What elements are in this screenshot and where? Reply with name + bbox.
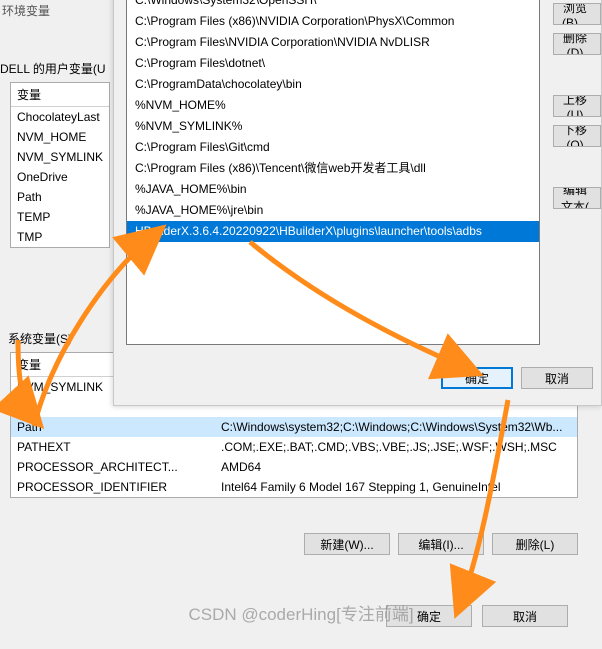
browse-button[interactable]: 浏览(B)... [553,3,601,25]
sys-var-row[interactable]: PROCESSOR_LEVEL 6 [11,497,577,498]
sys-vars-label: 系统变量(S) [8,330,72,347]
user-var-row[interactable]: OneDrive [11,167,109,187]
path-entry[interactable]: C:\Program Files\dotnet\ [127,53,539,74]
sys-var-value: C:\Windows\system32;C:\Windows;C:\Window… [215,417,577,437]
path-entries-list[interactable]: C:\Windows\System32\OpenSSH\ C:\Program … [126,0,540,345]
sys-var-name: PROCESSOR_ARCHITECT... [11,457,215,477]
window-title: 环境变量 [2,2,50,19]
env-cancel-button[interactable]: 取消 [482,605,568,627]
user-var-row[interactable]: Path [11,187,109,207]
sys-var-name: Path [11,417,215,437]
user-vars-col-variable[interactable]: 变量 [11,83,109,107]
path-entry[interactable]: %JAVA_HOME%\jre\bin [127,200,539,221]
edit-path-dialog: C:\Windows\System32\OpenSSH\ C:\Program … [113,0,602,406]
user-var-row[interactable]: NVM_HOME [11,127,109,147]
path-entry[interactable]: %NVM_SYMLINK% [127,116,539,137]
env-ok-button[interactable]: 确定 [386,605,472,627]
path-entry[interactable]: C:\Program Files\Git\cmd [127,137,539,158]
delete-button[interactable]: 删除(D) [553,33,601,55]
user-vars-table[interactable]: 变量 ChocolateyLast NVM_HOME NVM_SYMLINK O… [10,82,110,248]
user-var-row[interactable]: TMP [11,227,109,247]
user-var-row[interactable]: TEMP [11,207,109,227]
path-entry-selected[interactable]: HBuilderX.3.6.4.20220922\HBuilderX\plugi… [127,221,539,242]
path-entry[interactable]: %JAVA_HOME%\bin [127,179,539,200]
move-up-button[interactable]: 上移(U) [553,95,601,117]
sys-var-buttons: 新建(W)... 编辑(I)... 删除(L) [304,533,578,555]
sys-var-row[interactable]: PROCESSOR_ARCHITECT... AMD64 [11,457,577,477]
sys-var-value: AMD64 [215,457,577,477]
sys-var-row[interactable]: PATHEXT .COM;.EXE;.BAT;.CMD;.VBS;.VBE;.J… [11,437,577,457]
move-down-button[interactable]: 下移(O) [553,125,601,147]
edit-text-button[interactable]: 编辑文本( [553,187,601,209]
sys-var-value: 6 [215,497,577,498]
path-entry[interactable]: %NVM_HOME% [127,95,539,116]
dialog-ok-button[interactable]: 确定 [441,367,513,389]
sys-var-row-path[interactable]: Path C:\Windows\system32;C:\Windows;C:\W… [11,417,577,437]
dialog-cancel-button[interactable]: 取消 [521,367,593,389]
sys-var-value: .COM;.EXE;.BAT;.CMD;.VBS;.VBE;.JS;.JSE;.… [215,437,577,457]
path-entry[interactable]: C:\Program Files (x86)\NVIDIA Corporatio… [127,11,539,32]
path-entry[interactable]: C:\Windows\System32\OpenSSH\ [127,0,539,11]
dialog-side-buttons: 浏览(B)... 删除(D) 上移(U) 下移(O) 编辑文本( [553,3,601,209]
path-entry[interactable]: C:\ProgramData\chocolatey\bin [127,74,539,95]
user-var-row[interactable]: ChocolateyLast [11,107,109,127]
sys-var-name: PATHEXT [11,437,215,457]
sys-edit-button[interactable]: 编辑(I)... [398,533,484,555]
sys-delete-button[interactable]: 删除(L) [492,533,578,555]
path-entry[interactable]: C:\Program Files\NVIDIA Corporation\NVID… [127,32,539,53]
sys-var-row[interactable]: PROCESSOR_IDENTIFIER Intel64 Family 6 Mo… [11,477,577,497]
path-entry[interactable]: C:\Program Files (x86)\Tencent\微信web开发者工… [127,158,539,179]
sys-var-value: Intel64 Family 6 Model 167 Stepping 1, G… [215,477,577,497]
dialog-bottom-buttons: 确定 取消 [441,367,593,389]
user-var-row[interactable]: NVM_SYMLINK [11,147,109,167]
sys-var-name: PROCESSOR_IDENTIFIER [11,477,215,497]
sys-new-button[interactable]: 新建(W)... [304,533,390,555]
sys-var-name: PROCESSOR_LEVEL [11,497,215,498]
env-window-buttons: 确定 取消 [386,605,568,627]
